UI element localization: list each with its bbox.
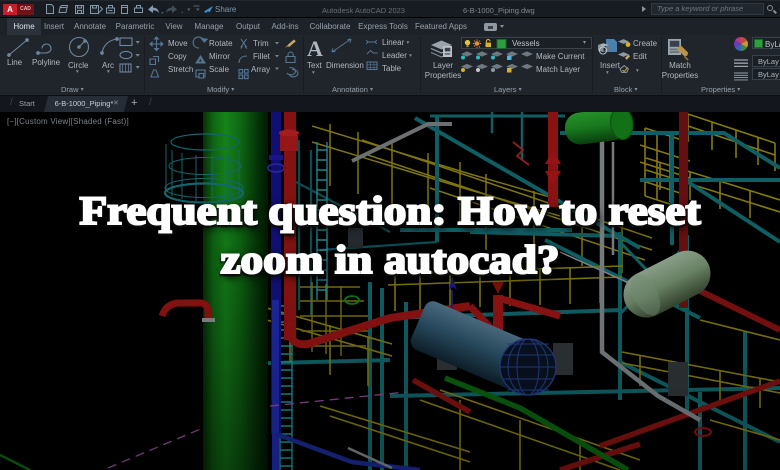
svg-text:A: A <box>307 36 323 61</box>
